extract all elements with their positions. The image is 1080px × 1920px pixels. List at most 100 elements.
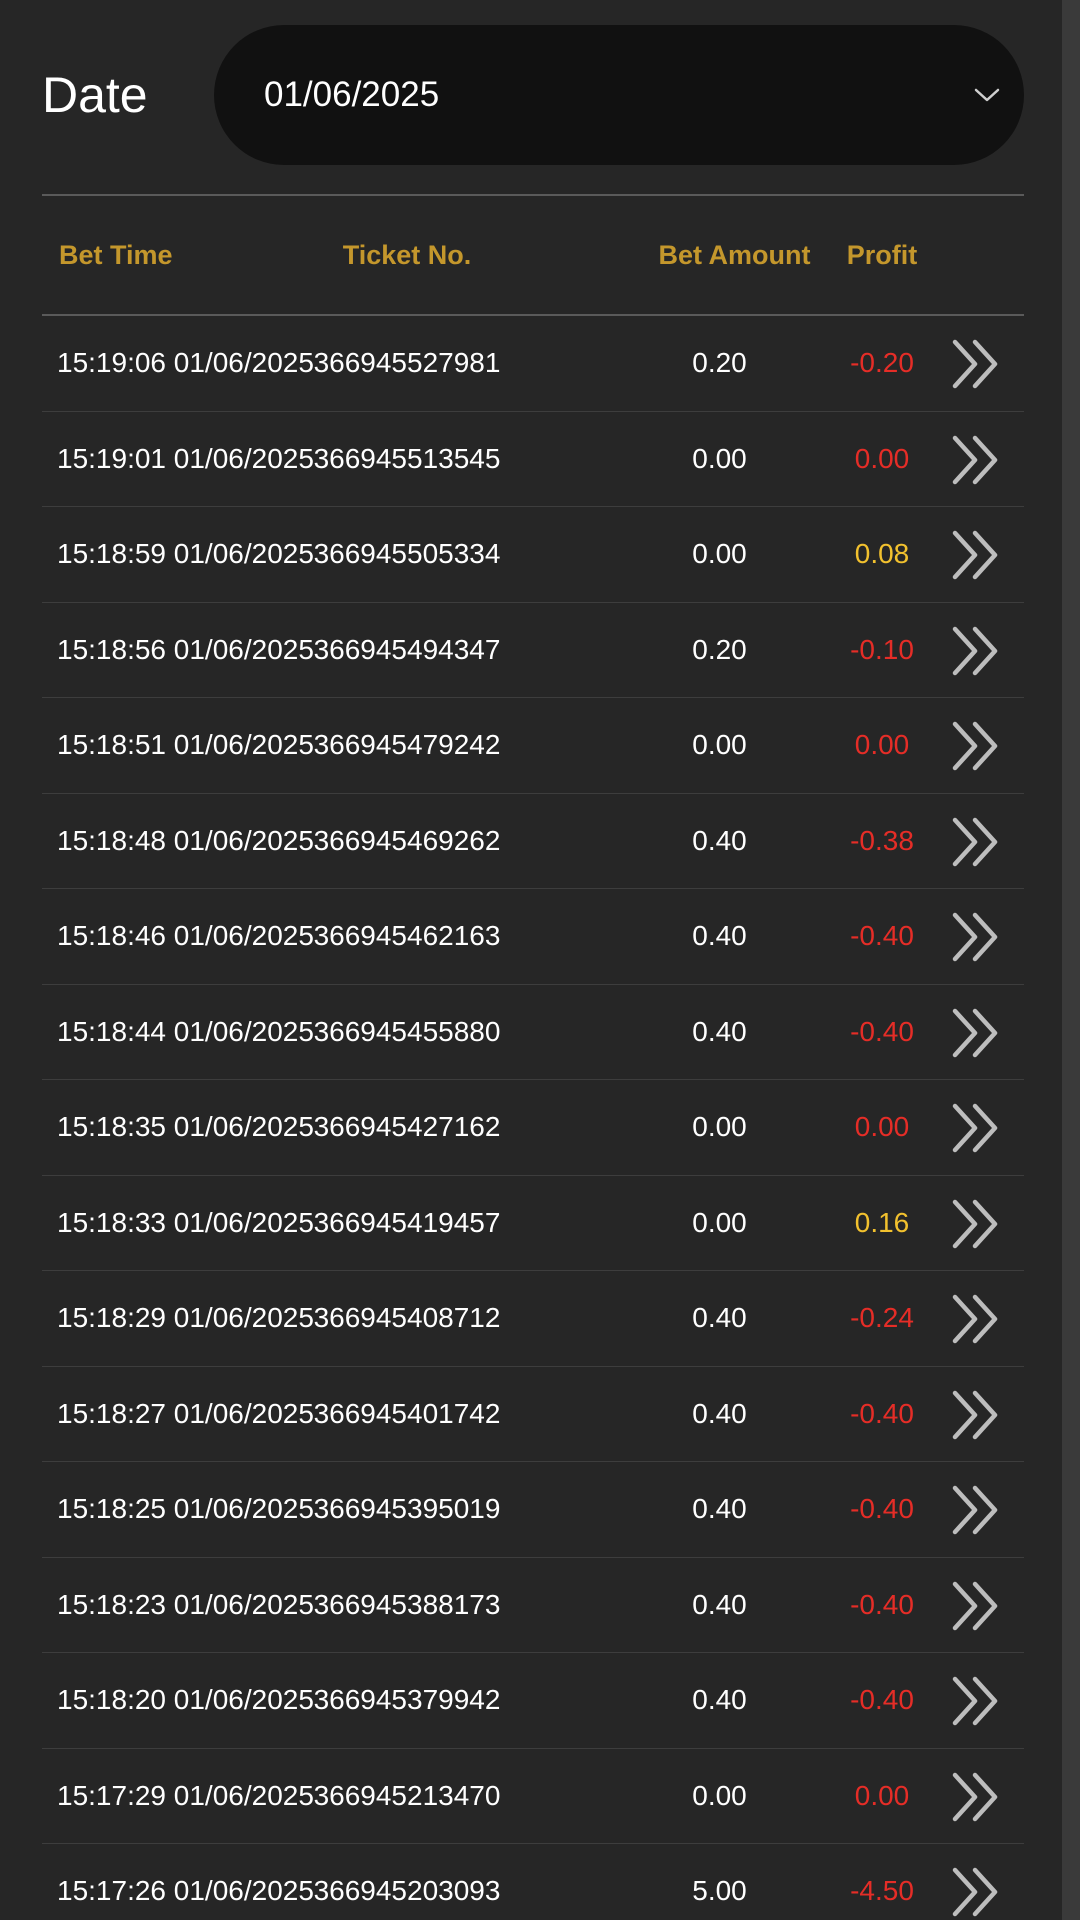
bet-amount-cell: 0.00 xyxy=(692,1779,747,1811)
header-bet-time: Bet Time xyxy=(59,240,173,270)
profit-cell: 0.00 xyxy=(854,442,910,474)
ticket-no-cell: 366945455880 xyxy=(313,1015,501,1047)
table-row[interactable]: 15:19:06 01/06/2025 366945527981 0.20 -0.20 xyxy=(42,316,1024,412)
bet-time-cell: 15:18:46 01/06/2025 xyxy=(57,920,314,951)
double-chevron-right-icon[interactable] xyxy=(947,1864,1007,1920)
double-chevron-right-icon[interactable] xyxy=(947,1482,1007,1538)
bet-time-cell: 15:17:26 01/06/2025 xyxy=(57,1875,314,1906)
date-label: Date xyxy=(42,67,148,123)
header-bet-amount: Bet Amount xyxy=(658,240,811,270)
double-chevron-right-icon[interactable] xyxy=(947,527,1007,583)
bet-time-cell: 15:18:35 01/06/2025 xyxy=(57,1111,314,1142)
bet-time-cell: 15:19:01 01/06/2025 xyxy=(57,442,314,474)
table-row[interactable]: 15:18:46 01/06/2025 366945462163 0.40 -0.40 xyxy=(42,889,1024,985)
ticket-no-cell: 366945401742 xyxy=(313,1397,501,1429)
bet-time-cell: 15:18:48 01/06/2025 xyxy=(57,824,314,856)
ticket-no-cell: 366945479242 xyxy=(313,729,501,760)
profit-cell: 0.00 xyxy=(854,1111,910,1142)
double-chevron-right-icon[interactable] xyxy=(947,814,1007,870)
bet-time-cell: 15:18:56 01/06/2025 xyxy=(57,633,314,665)
profit-cell: -0.40 xyxy=(850,1015,914,1047)
profit-cell: -0.40 xyxy=(850,1493,914,1524)
bet-time-cell: 15:17:29 01/06/2025 xyxy=(57,1779,314,1811)
table-row[interactable]: 15:18:56 01/06/2025 366945494347 0.20 -0.10 xyxy=(42,603,1024,698)
bet-amount-cell: 5.00 xyxy=(692,1875,747,1906)
bet-time-cell: 15:18:20 01/06/2025 xyxy=(57,1684,314,1715)
double-chevron-right-icon[interactable] xyxy=(947,1196,1007,1252)
profit-cell: 0.00 xyxy=(854,729,910,760)
bet-amount-cell: 0.40 xyxy=(692,920,747,951)
double-chevron-right-icon[interactable] xyxy=(947,336,1007,392)
scrollbar[interactable] xyxy=(1062,0,1080,1920)
bet-amount-cell: 0.00 xyxy=(692,442,747,474)
double-chevron-right-icon[interactable] xyxy=(947,1769,1007,1825)
date-select[interactable]: 01/06/2025 xyxy=(214,25,1024,165)
profit-cell: 0.16 xyxy=(854,1206,910,1238)
header-ticket-no: Ticket No. xyxy=(342,240,472,270)
bet-time-cell: 15:18:27 01/06/2025 xyxy=(57,1397,314,1429)
double-chevron-right-icon[interactable] xyxy=(947,909,1007,965)
double-chevron-right-icon[interactable] xyxy=(947,432,1007,488)
bet-time-cell: 15:18:44 01/06/2025 xyxy=(57,1015,314,1047)
profit-cell: -0.40 xyxy=(850,920,914,951)
profit-cell: -0.38 xyxy=(850,824,914,856)
ticket-no-cell: 366945408712 xyxy=(313,1302,501,1333)
bet-amount-cell: 0.20 xyxy=(692,347,747,378)
bet-time-cell: 15:18:29 01/06/2025 xyxy=(57,1302,314,1333)
ticket-no-cell: 366945213470 xyxy=(313,1779,501,1811)
date-select-value: 01/06/2025 xyxy=(264,75,440,114)
table-row[interactable]: 15:18:35 01/06/2025 366945427162 0.00 0.00 xyxy=(42,1080,1024,1176)
profit-cell: -0.40 xyxy=(850,1397,914,1429)
table-row[interactable]: 15:18:20 01/06/2025 366945379942 0.40 -0.40 xyxy=(42,1653,1024,1749)
table-row[interactable]: 15:19:01 01/06/2025 366945513545 0.00 0.00 xyxy=(42,412,1024,507)
bet-time-cell: 15:18:51 01/06/2025 xyxy=(57,729,314,760)
double-chevron-right-icon[interactable] xyxy=(947,1291,1007,1347)
table-row[interactable]: 15:18:29 01/06/2025 366945408712 0.40 -0.24 xyxy=(42,1271,1024,1367)
bet-history-page: Date 01/06/2025 Bet Time Ticket No. Bet … xyxy=(0,0,1080,1920)
profit-cell: -0.24 xyxy=(850,1302,914,1333)
double-chevron-right-icon[interactable] xyxy=(947,718,1007,774)
header-profit: Profit xyxy=(846,240,918,270)
table-row[interactable]: 15:18:23 01/06/2025 366945388173 0.40 -0.40 xyxy=(42,1558,1024,1653)
bet-amount-cell: 0.00 xyxy=(692,729,747,760)
double-chevron-right-icon[interactable] xyxy=(947,623,1007,679)
double-chevron-right-icon[interactable] xyxy=(947,1100,1007,1156)
table-row[interactable]: 15:17:26 01/06/2025 366945203093 5.00 -4.50 xyxy=(42,1844,1024,1920)
double-chevron-right-icon[interactable] xyxy=(947,1005,1007,1061)
bet-amount-cell: 0.40 xyxy=(692,1588,747,1620)
ticket-no-cell: 366945462163 xyxy=(313,920,501,951)
profit-cell: -0.40 xyxy=(850,1588,914,1620)
ticket-no-cell: 366945395019 xyxy=(313,1493,501,1524)
bet-time-cell: 15:19:06 01/06/2025 xyxy=(57,347,314,378)
bet-amount-cell: 0.40 xyxy=(692,1302,747,1333)
table-row[interactable]: 15:17:29 01/06/2025 366945213470 0.00 0.00 xyxy=(42,1749,1024,1844)
ticket-no-cell: 366945203093 xyxy=(313,1875,501,1906)
table-row[interactable]: 15:18:48 01/06/2025 366945469262 0.40 -0.38 xyxy=(42,794,1024,889)
ticket-no-cell: 366945388173 xyxy=(313,1588,501,1620)
bet-time-cell: 15:18:25 01/06/2025 xyxy=(57,1493,314,1524)
ticket-no-cell: 366945469262 xyxy=(313,824,501,856)
ticket-no-cell: 366945513545 xyxy=(313,442,501,474)
double-chevron-right-icon[interactable] xyxy=(947,1387,1007,1443)
bet-time-cell: 15:18:23 01/06/2025 xyxy=(57,1588,314,1620)
double-chevron-right-icon[interactable] xyxy=(947,1578,1007,1634)
ticket-no-cell: 366945419457 xyxy=(313,1206,501,1238)
bet-amount-cell: 0.20 xyxy=(692,633,747,665)
bet-amount-cell: 0.40 xyxy=(692,1684,747,1715)
profit-cell: 0.00 xyxy=(854,1779,910,1811)
table-row[interactable]: 15:18:27 01/06/2025 366945401742 0.40 -0.40 xyxy=(42,1367,1024,1462)
profit-cell: -0.40 xyxy=(850,1684,914,1715)
table-row[interactable]: 15:18:59 01/06/2025 366945505334 0.00 0.08 xyxy=(42,507,1024,603)
table-row[interactable]: 15:18:25 01/06/2025 366945395019 0.40 -0.40 xyxy=(42,1462,1024,1558)
ticket-no-cell: 366945527981 xyxy=(313,347,501,378)
bet-amount-cell: 0.00 xyxy=(692,538,747,569)
bet-time-cell: 15:18:59 01/06/2025 xyxy=(57,538,314,569)
double-chevron-right-icon[interactable] xyxy=(947,1673,1007,1729)
table-row[interactable]: 15:18:51 01/06/2025 366945479242 0.00 0.00 xyxy=(42,698,1024,794)
table-row[interactable]: 15:18:33 01/06/2025 366945419457 0.00 0.16 xyxy=(42,1176,1024,1271)
table-row[interactable]: 15:18:44 01/06/2025 366945455880 0.40 -0.40 xyxy=(42,985,1024,1080)
profit-cell: -0.20 xyxy=(850,347,914,378)
profit-cell: 0.08 xyxy=(854,538,910,569)
bet-amount-cell: 0.40 xyxy=(692,1397,747,1429)
bet-amount-cell: 0.40 xyxy=(692,824,747,856)
